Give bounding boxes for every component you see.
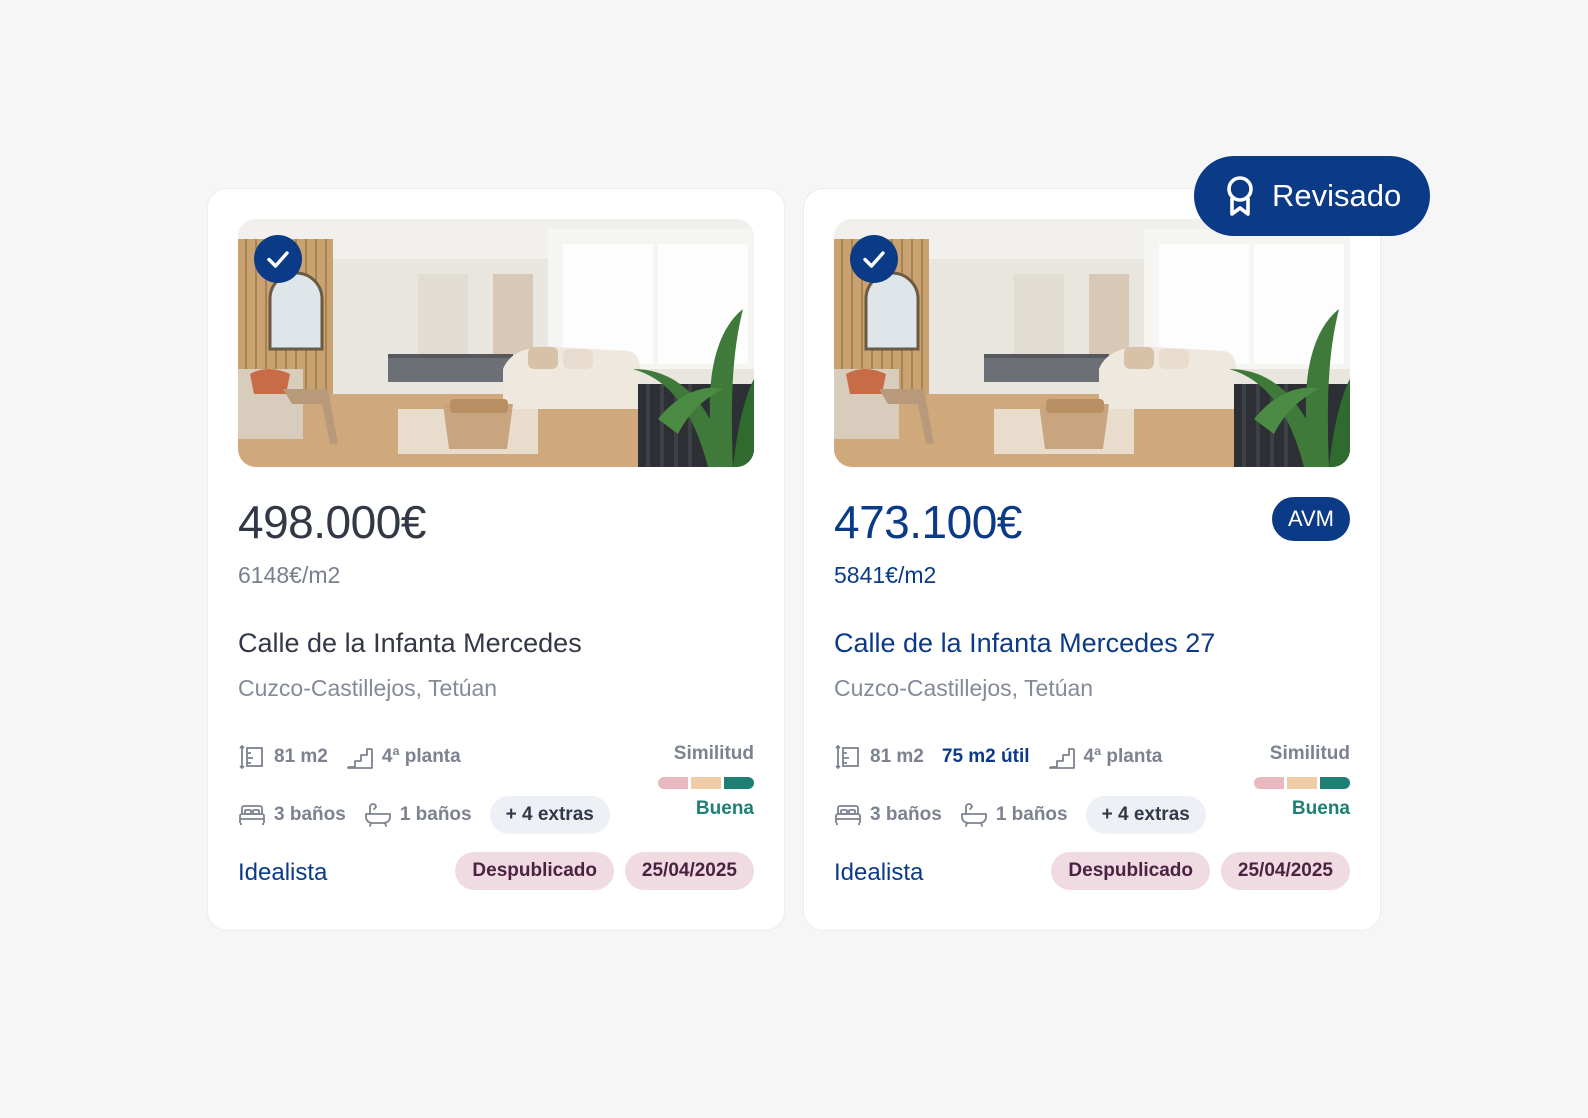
bed-icon [239, 805, 265, 825]
listing-photo[interactable] [834, 219, 1350, 467]
extras-button[interactable]: + 4 extras [489, 796, 610, 834]
area-feature: 81 m2 [238, 743, 328, 771]
similarity-indicator: Similitud Buena [644, 743, 754, 820]
floor-feature: 4ª planta [1048, 743, 1163, 771]
bedrooms-feature: 3 baños [238, 803, 346, 827]
listing-source[interactable]: Idealista [834, 859, 923, 887]
stairs-icon [346, 748, 373, 769]
similarity-bar [644, 777, 754, 789]
date-badge: 25/04/2025 [624, 852, 754, 890]
similarity-segment-low [1254, 777, 1284, 789]
bedrooms-value: 3 baños [274, 804, 346, 825]
area-value: 81 m2 [870, 746, 924, 767]
status-badge: Despublicado [1051, 852, 1210, 890]
features-row: 81 m2 75 m2 útil 4ª planta [834, 743, 1180, 771]
similarity-segment-low [658, 777, 688, 789]
room-photo [834, 219, 1350, 467]
check-icon[interactable] [254, 235, 302, 283]
similarity-segment-mid [691, 777, 721, 789]
bathrooms-value: 1 baños [399, 804, 472, 825]
listing-neighborhood: Cuzco-Castillejos, Tetúan [238, 675, 498, 701]
bedrooms-feature: 3 baños [834, 803, 942, 827]
area-ruler-icon [835, 744, 859, 770]
bathtub-icon [960, 803, 987, 827]
bed-icon [835, 805, 861, 825]
similarity-bar [1240, 777, 1350, 789]
bathtub-icon [364, 803, 391, 827]
features-row: 3 baños 1 baños + 4 extras [238, 796, 610, 834]
price-per-m2: 6148€/m2 [238, 562, 341, 588]
bathrooms-feature: 1 baños [960, 802, 1068, 828]
similarity-segment-mid [1287, 777, 1317, 789]
area-value: 81 m2 [274, 746, 328, 767]
check-icon[interactable] [850, 235, 898, 283]
listing-street: Calle de la Infanta Mercedes [238, 628, 582, 658]
similarity-segment-high [724, 777, 754, 789]
stairs-icon [1048, 748, 1075, 769]
features-row: 3 baños 1 baños + 4 extras [834, 796, 1206, 834]
listing-source[interactable]: Idealista [238, 859, 327, 887]
area-ruler-icon [239, 744, 263, 770]
usable-area-value: 75 m2 útil [941, 746, 1030, 767]
bathrooms-value: 1 baños [995, 804, 1068, 825]
area-feature: 81 m2 [834, 743, 924, 771]
reviewed-badge: Revisado [1194, 156, 1430, 236]
similarity-label: Similitud [1269, 743, 1350, 764]
similarity-indicator: Similitud Buena [1240, 743, 1350, 820]
features-row: 81 m2 4ª planta [238, 743, 479, 771]
similarity-value: Buena [1291, 798, 1350, 819]
bedrooms-value: 3 baños [870, 804, 942, 825]
floor-feature: 4ª planta [346, 743, 461, 771]
listing-card[interactable]: 498.000€ 6148€/m2 Calle de la Infanta Me… [207, 188, 785, 931]
status-badge: Despublicado [455, 852, 614, 890]
similarity-value: Buena [695, 798, 754, 819]
listing-street: Calle de la Infanta Mercedes 27 [834, 628, 1216, 658]
floor-value: 4ª planta [1083, 746, 1163, 767]
extras-button[interactable]: + 4 extras [1085, 796, 1206, 834]
reviewed-label: Revisado [1272, 178, 1402, 213]
listing-price: 473.100€ [834, 496, 1022, 548]
price-per-m2: 5841€/m2 [834, 562, 937, 588]
listing-price: 498.000€ [238, 496, 426, 548]
avm-badge: AVM [1271, 497, 1350, 541]
room-photo [238, 219, 754, 467]
award-ribbon-icon [1227, 176, 1253, 216]
bathrooms-feature: 1 baños [364, 802, 472, 828]
listing-photo[interactable] [238, 219, 754, 467]
floor-value: 4ª planta [381, 746, 461, 767]
similarity-segment-high [1320, 777, 1350, 789]
date-badge: 25/04/2025 [1220, 852, 1350, 890]
listing-card[interactable]: 473.100€ AVM 5841€/m2 Calle de la Infant… [803, 188, 1381, 931]
listing-neighborhood: Cuzco-Castillejos, Tetúan [834, 675, 1094, 701]
similarity-label: Similitud [673, 743, 754, 764]
